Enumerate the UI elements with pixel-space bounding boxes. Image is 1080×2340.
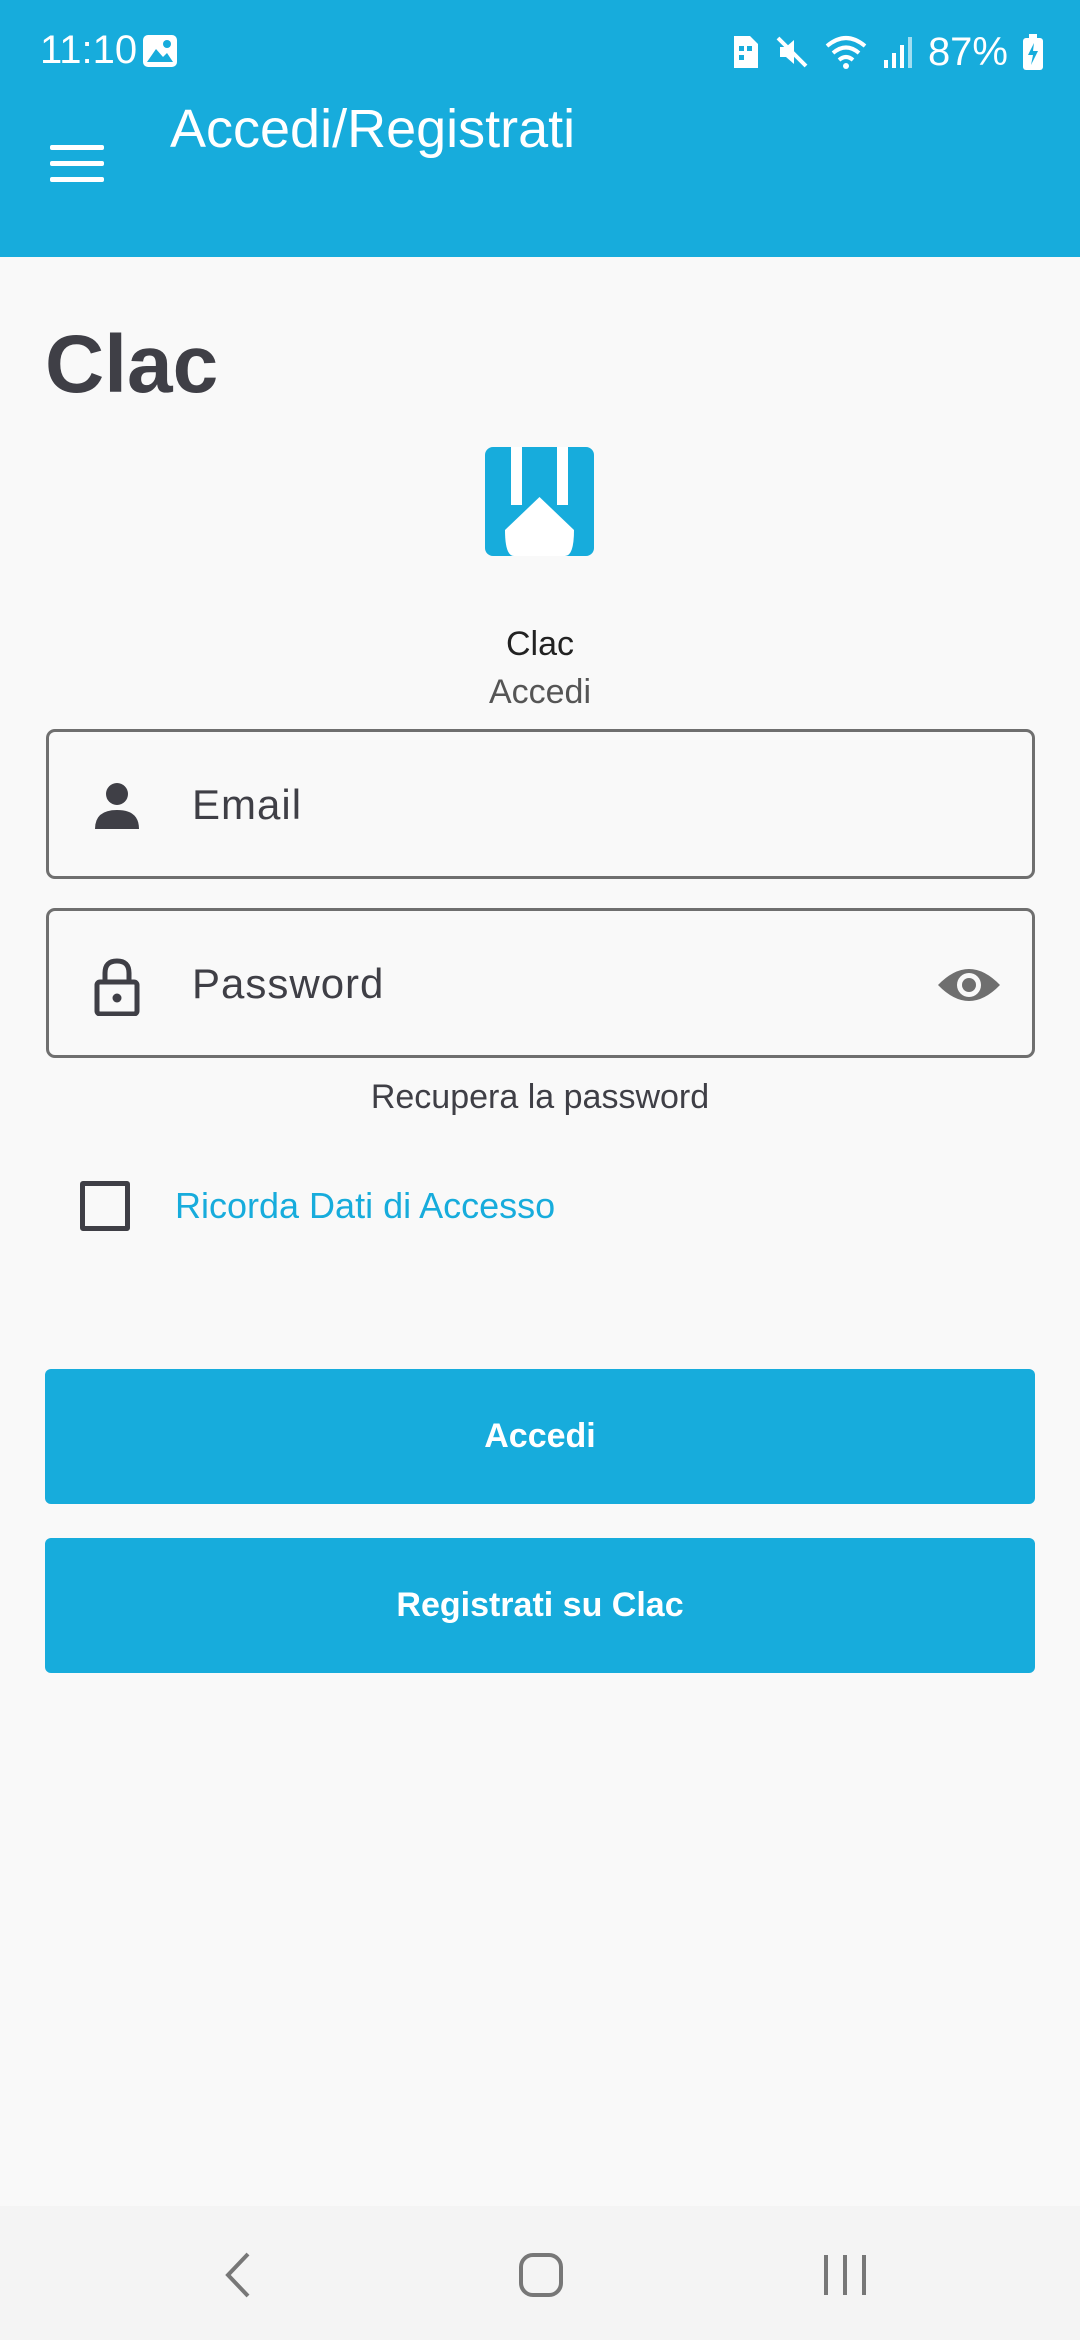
login-button[interactable]: Accedi <box>45 1369 1035 1504</box>
remember-label[interactable]: Ricorda Dati di Accesso <box>175 1185 555 1227</box>
status-icons: 87% <box>730 28 1044 76</box>
system-nav-bar <box>0 2206 1080 2340</box>
signal-icon <box>883 37 912 68</box>
register-button[interactable]: Registrati su Clac <box>45 1538 1035 1673</box>
hamburger-menu-icon[interactable] <box>50 145 108 185</box>
email-field[interactable] <box>46 729 1035 879</box>
home-icon[interactable] <box>512 2250 572 2300</box>
status-time: 11:10 <box>40 28 138 72</box>
status-bar: 11:10 87% <box>0 0 1080 100</box>
recents-icon[interactable] <box>815 2250 875 2300</box>
app-bar: 11:10 87% Accedi/Registrati <box>0 0 1080 257</box>
clac-logo <box>485 447 594 556</box>
password-field[interactable] <box>46 908 1035 1058</box>
sim-icon <box>733 36 758 68</box>
app-bar-title: Accedi/Registrati <box>170 99 576 159</box>
password-input[interactable] <box>192 951 892 1017</box>
remember-login-row[interactable]: Ricorda Dati di Accesso <box>80 1178 555 1234</box>
battery-percent: 87% <box>927 29 1008 74</box>
brand-name: Clac <box>505 625 575 663</box>
page-title: Clac <box>45 319 219 410</box>
back-icon[interactable] <box>210 2250 270 2300</box>
gallery-icon <box>143 35 177 67</box>
remember-checkbox[interactable] <box>80 1181 130 1231</box>
email-input[interactable] <box>192 772 892 838</box>
wifi-icon <box>825 36 867 69</box>
lock-icon <box>94 958 140 1016</box>
brand-subtitle: Accedi <box>488 673 592 711</box>
battery-charging-icon <box>1023 34 1043 70</box>
person-icon <box>95 783 139 829</box>
recover-password-link[interactable]: Recupera la password <box>0 1078 1080 1117</box>
mute-icon <box>776 36 808 68</box>
eye-icon[interactable] <box>936 959 1002 1011</box>
